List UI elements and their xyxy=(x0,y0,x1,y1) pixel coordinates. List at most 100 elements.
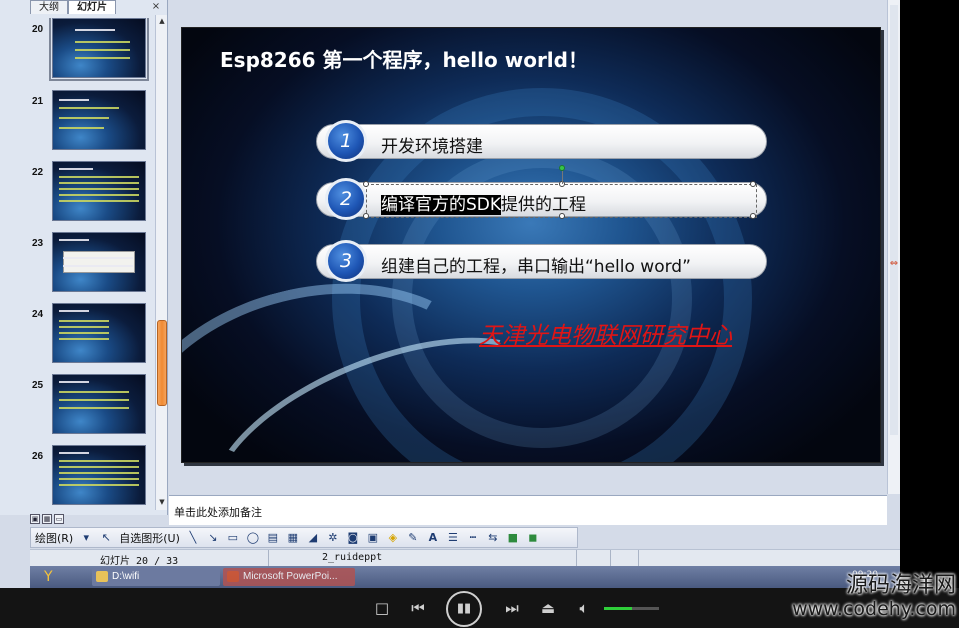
volume-icon[interactable]: 🔈︎ xyxy=(574,598,594,618)
slide-thumbnail-24[interactable]: 24 xyxy=(0,303,154,365)
scroll-down-icon[interactable]: ▼ xyxy=(157,497,167,507)
list-item[interactable]: 1 开发环境搭建 xyxy=(316,120,767,162)
line-color-icon[interactable]: ✎ xyxy=(406,531,420,545)
template-name: 2_ruideppt xyxy=(322,552,383,563)
line-tool-icon[interactable]: ╲ xyxy=(186,531,200,545)
scroll-thumb[interactable] xyxy=(157,320,167,406)
slide-thumbnail-image[interactable] xyxy=(52,374,146,434)
thumbnail-text-line xyxy=(59,399,129,401)
slide-thumbnail-20[interactable]: 20 xyxy=(0,18,154,81)
item-text[interactable]: 组建自己的工程，串口输出“hello word” xyxy=(381,252,691,277)
thumbnail-text-line xyxy=(59,99,89,101)
thumbnail-text-line xyxy=(59,472,139,474)
thumbnail-text-line xyxy=(59,466,139,468)
textbox-tool-icon[interactable]: ▤ xyxy=(266,531,280,545)
slideshow-icon[interactable]: ▭ xyxy=(54,514,64,524)
slide-thumbnail-image[interactable] xyxy=(52,161,146,221)
slide-thumbnail-image[interactable] xyxy=(52,232,146,292)
start-icon[interactable]: Y xyxy=(44,568,60,586)
panel-tabs: 大纲 幻灯片 xyxy=(30,0,116,14)
slide-thumbnail-25[interactable]: 25 xyxy=(0,374,154,436)
line-style-icon[interactable]: ☰ xyxy=(446,531,460,545)
item-text[interactable]: 开发环境搭建 xyxy=(381,132,483,157)
taskbar-folder-button[interactable]: D:\wifi xyxy=(92,568,220,586)
previous-icon[interactable]: ⏮ xyxy=(408,598,428,618)
thumbnail-text-line xyxy=(59,168,93,170)
pause-button[interactable]: ▮▮ xyxy=(446,591,482,627)
next-icon[interactable]: ⏭ xyxy=(502,598,522,618)
diagram-icon[interactable]: ✲ xyxy=(326,531,340,545)
thumbnail-text-line xyxy=(75,41,130,43)
resize-splitter-icon[interactable]: ⇔ xyxy=(888,258,900,270)
watermark-url: www.codehy.com xyxy=(792,598,956,620)
slide-thumbnail-26[interactable]: 26 xyxy=(0,445,154,507)
rotation-handle[interactable] xyxy=(559,165,565,171)
folder-icon xyxy=(96,571,108,582)
video-letterbox xyxy=(900,0,959,588)
resize-handle[interactable] xyxy=(363,181,369,187)
notes-placeholder: 单击此处添加备注 xyxy=(174,506,262,519)
slide-scrollbar[interactable]: ⇔ xyxy=(887,0,900,494)
clipart-icon[interactable]: ◙ xyxy=(346,531,360,545)
shadow-icon[interactable]: ■ xyxy=(506,531,520,545)
slide-number: 25 xyxy=(32,380,44,391)
thumbnail-text-line xyxy=(59,188,139,190)
select-pointer-icon[interactable]: ↖ xyxy=(99,531,113,545)
draw-menu-button[interactable]: 绘图(R) xyxy=(35,530,73,546)
volume-slider[interactable] xyxy=(604,607,659,610)
stop-icon[interactable]: □ xyxy=(372,598,392,618)
slide-canvas[interactable]: Esp8266 第一个程序，hello world！ 1 开发环境搭建 2 编译… xyxy=(181,27,881,463)
resize-handle[interactable] xyxy=(559,213,565,219)
arrow-tool-icon[interactable]: ↘ xyxy=(206,531,220,545)
slide-title[interactable]: Esp8266 第一个程序，hello world！ xyxy=(220,44,588,73)
tab-outline[interactable]: 大纲 xyxy=(30,0,68,14)
autoshape-menu-button[interactable]: 自选图形(U) xyxy=(119,530,180,546)
slide-thumbnail-22[interactable]: 22 xyxy=(0,161,154,223)
slide-thumbnail-23[interactable]: 23 xyxy=(0,232,154,294)
rectangle-tool-icon[interactable]: ▭ xyxy=(226,531,240,545)
wordart-icon[interactable]: ◢ xyxy=(306,531,320,545)
normal-view-icon[interactable]: ▣ xyxy=(30,514,40,524)
resize-handle[interactable] xyxy=(363,213,369,219)
thumbnail-text-line xyxy=(59,176,139,178)
insert-picture-icon[interactable]: ▣ xyxy=(366,531,380,545)
tab-slides[interactable]: 幻灯片 xyxy=(68,0,116,14)
resize-handle[interactable] xyxy=(750,213,756,219)
scroll-track[interactable] xyxy=(890,5,898,435)
scroll-up-icon[interactable]: ▲ xyxy=(157,16,167,26)
sorter-view-icon[interactable]: ▦ xyxy=(42,514,52,524)
slide-thumbnail-image[interactable] xyxy=(49,18,149,81)
slide-thumbnail-image[interactable] xyxy=(52,90,146,150)
close-panel-icon[interactable]: × xyxy=(150,1,162,13)
notes-pane[interactable]: 单击此处添加备注 xyxy=(169,495,887,525)
slide-thumbnail-image[interactable] xyxy=(52,303,146,363)
thumbnail-text-line xyxy=(59,326,109,328)
slide-thumbnail-image[interactable] xyxy=(52,445,146,505)
thumbnail-text-line xyxy=(59,127,104,129)
arrow-style-icon[interactable]: ⇆ xyxy=(486,531,500,545)
taskbar-ppt-label: Microsoft PowerPoi... xyxy=(243,571,338,582)
thumbnail-scrollbar[interactable]: ▲ ▼ xyxy=(155,15,167,510)
text-selection-frame[interactable] xyxy=(363,181,757,219)
taskbar-folder-label: D:\wifi xyxy=(112,571,140,582)
thumbnail-text-line xyxy=(59,200,139,202)
slide-thumbnail-21[interactable]: 21 xyxy=(0,90,154,152)
dash-style-icon[interactable]: ┅ xyxy=(466,531,480,545)
item-number-badge: 3 xyxy=(325,240,367,282)
resize-handle[interactable] xyxy=(750,181,756,187)
dropdown-arrow-icon[interactable]: ▾ xyxy=(79,531,93,545)
fill-color-icon[interactable]: ◈ xyxy=(386,531,400,545)
eject-icon[interactable]: ⏏ xyxy=(538,598,558,618)
taskbar-powerpoint-button[interactable]: Microsoft PowerPoi... xyxy=(223,568,355,586)
thumbnail-text-line xyxy=(59,182,139,184)
oval-tool-icon[interactable]: ◯ xyxy=(246,531,260,545)
organization-name[interactable]: 天津光电物联网研究中心 xyxy=(479,316,732,350)
list-item[interactable]: 3 组建自己的工程，串口输出“hello word” xyxy=(316,240,767,282)
font-color-icon[interactable]: A xyxy=(426,531,440,545)
slides-panel: 大纲 幻灯片 × 20 21 22 23 24 25 26 ▲ ▼ xyxy=(0,0,168,515)
slide-number: 21 xyxy=(32,96,44,107)
powerpoint-icon xyxy=(227,571,239,582)
insert-table-icon[interactable]: ▦ xyxy=(286,531,300,545)
watermark-site-name: 源码海洋网 xyxy=(845,573,956,598)
3d-icon[interactable]: ◼ xyxy=(526,531,540,545)
